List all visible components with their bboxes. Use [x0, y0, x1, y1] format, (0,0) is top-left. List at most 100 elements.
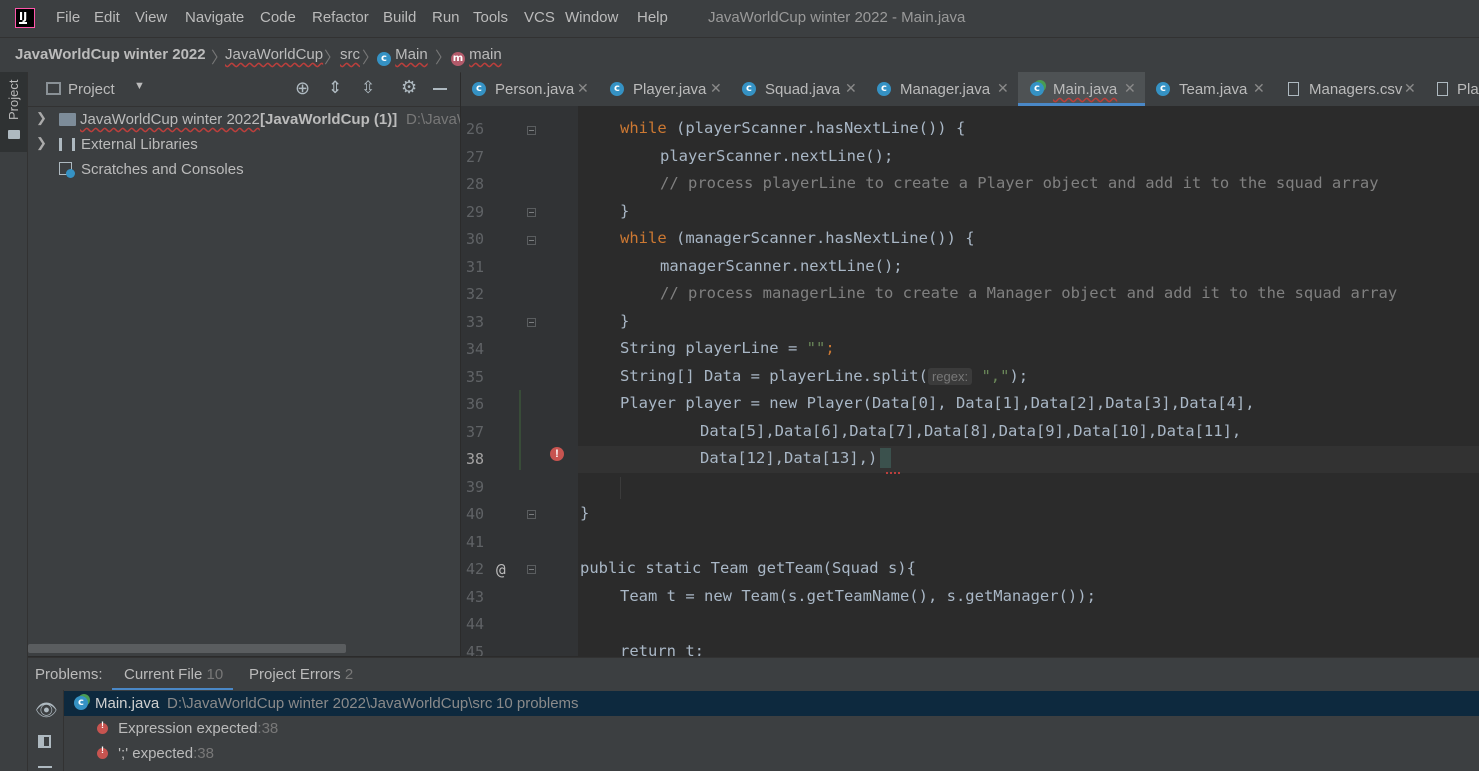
code-text: ;	[825, 339, 835, 357]
breadcrumb-project[interactable]: JavaWorldCup winter 2022	[15, 46, 206, 63]
line-number: 37	[465, 423, 484, 441]
tab-label: Team.java	[1179, 81, 1248, 98]
menu-navigate[interactable]: Navigate	[185, 9, 244, 26]
tab-person[interactable]: c Person.java ✕	[461, 72, 597, 106]
tab-team[interactable]: c Team.java ✕	[1145, 72, 1272, 106]
class-icon: c	[472, 82, 486, 96]
problems-toolbar: 👁	[28, 690, 64, 771]
breadcrumb-module[interactable]: JavaWorldCup	[225, 46, 323, 63]
expand-all-icon[interactable]: ⇕	[328, 78, 342, 98]
code-line-32: // process managerLine to create a Manag…	[660, 284, 1398, 302]
override-icon[interactable]: @	[496, 560, 506, 579]
code-line-30: while (managerScanner.hasNextLine()) {	[620, 229, 975, 247]
editor-content: 26 27 28 29 30 31 32 33 34 35 36 37 38 3…	[0, 106, 1479, 656]
fold-icon[interactable]	[527, 208, 536, 217]
code-line-45: return t;	[620, 642, 704, 656]
line-number: 43	[465, 588, 484, 606]
menu-file[interactable]: File	[56, 9, 80, 26]
code-line-28: // process playerLine to create a Player…	[660, 174, 1379, 192]
parameter-hint: regex:	[927, 368, 973, 385]
menu-edit[interactable]: Edit	[94, 9, 120, 26]
code-string: ""	[806, 339, 826, 357]
menu-code[interactable]: Code	[260, 9, 296, 26]
close-icon[interactable]: ✕	[1124, 80, 1136, 97]
collapse-all-icon[interactable]: ⇳	[361, 78, 375, 98]
code-keyword: while	[620, 229, 667, 247]
fold-icon[interactable]	[527, 318, 536, 327]
code-line-29: }	[620, 202, 630, 220]
error-underline	[886, 470, 900, 474]
code-line-33: }	[620, 312, 630, 330]
fold-icon[interactable]	[527, 236, 536, 245]
dropdown-arrow-icon[interactable]: ▼	[134, 80, 145, 92]
close-icon[interactable]: ✕	[845, 80, 857, 97]
fold-icon[interactable]	[527, 565, 536, 574]
code-line-38: Data[12],Data[13],)	[700, 449, 878, 467]
tab-current-file[interactable]: Current File 10	[124, 666, 223, 683]
tab-label: Player.java	[633, 81, 707, 98]
menu-help[interactable]: Help	[637, 9, 668, 26]
tab-squad[interactable]: c Squad.java ✕	[731, 72, 866, 106]
close-icon[interactable]: ✕	[577, 80, 589, 97]
menu-vcs[interactable]: VCS	[524, 9, 555, 26]
eye-icon[interactable]: 👁	[35, 700, 58, 721]
menu-view[interactable]: View	[135, 9, 167, 26]
problem-item[interactable]: Expression expected:38	[97, 720, 278, 737]
breadcrumb-folder[interactable]: src	[340, 46, 360, 63]
class-icon: c	[877, 82, 891, 96]
close-icon[interactable]: ✕	[997, 80, 1009, 97]
locate-icon[interactable]: ⊕	[295, 78, 310, 99]
line-number: 35	[465, 368, 484, 386]
problem-text: Expression expected	[118, 720, 258, 737]
project-panel-header: Project ▼ ⊕ ⇕ ⇳ ⚙	[28, 72, 460, 107]
menu-refactor[interactable]: Refactor	[312, 9, 369, 26]
tab-players-csv[interactable]: Pla	[1424, 72, 1479, 106]
problem-item[interactable]: ';' expected:38	[97, 745, 214, 762]
code-line-27: playerScanner.nextLine();	[660, 147, 894, 165]
code-text: );	[1009, 367, 1029, 385]
preview-icon[interactable]	[38, 735, 51, 748]
line-number: 44	[465, 615, 484, 633]
tab-label: Managers.csv	[1309, 81, 1403, 98]
brace-match-highlight	[880, 448, 891, 468]
menu-window[interactable]: Window	[565, 9, 618, 26]
problem-location: :38	[257, 720, 279, 737]
tab-manager[interactable]: c Manager.java ✕	[866, 72, 1018, 106]
breadcrumb-method[interactable]: m main	[451, 46, 502, 66]
close-icon[interactable]: ✕	[1404, 80, 1416, 97]
tab-label: Main.java	[1053, 81, 1118, 98]
menu-tools[interactable]: Tools	[473, 9, 508, 26]
problem-text: ';' expected	[118, 745, 194, 762]
more-icon[interactable]	[38, 766, 52, 768]
tab-managers-csv[interactable]: Managers.csv ✕	[1272, 72, 1424, 106]
menu-run[interactable]: Run	[432, 9, 460, 26]
line-number: 42	[465, 560, 484, 578]
line-number: 34	[465, 340, 484, 358]
tab-player[interactable]: c Player.java ✕	[597, 72, 731, 106]
code-line-40: }	[580, 504, 590, 522]
error-icon[interactable]: !	[550, 447, 564, 461]
project-panel-title[interactable]: Project	[68, 81, 115, 98]
code-line-34: String playerLine = "";	[620, 339, 835, 357]
gear-icon[interactable]: ⚙	[401, 77, 417, 98]
class-run-icon: c	[1030, 82, 1044, 96]
error-icon	[97, 720, 108, 734]
line-number: 26	[465, 120, 484, 138]
problem-file-row[interactable]: c Main.java D:\JavaWorldCup winter 2022\…	[64, 691, 1479, 716]
intellij-logo-icon[interactable]: IJ	[15, 8, 35, 28]
line-number: 27	[465, 148, 484, 166]
class-icon: c	[1156, 82, 1170, 96]
close-icon[interactable]: ✕	[1253, 80, 1265, 97]
menu-build[interactable]: Build	[383, 9, 416, 26]
breadcrumb-class[interactable]: c Main	[377, 46, 428, 66]
fold-icon[interactable]	[527, 126, 536, 135]
tab-main[interactable]: c Main.java ✕	[1018, 72, 1145, 106]
problem-location: :38	[193, 745, 214, 762]
hide-icon[interactable]	[433, 88, 447, 90]
tab-project-errors[interactable]: Project Errors 2	[249, 666, 353, 683]
fold-icon[interactable]	[527, 510, 536, 519]
line-number: 36	[465, 395, 484, 413]
code-line-37: Data[5],Data[6],Data[7],Data[8],Data[9],…	[700, 422, 1242, 440]
close-icon[interactable]: ✕	[710, 80, 722, 97]
line-number: 28	[465, 175, 484, 193]
